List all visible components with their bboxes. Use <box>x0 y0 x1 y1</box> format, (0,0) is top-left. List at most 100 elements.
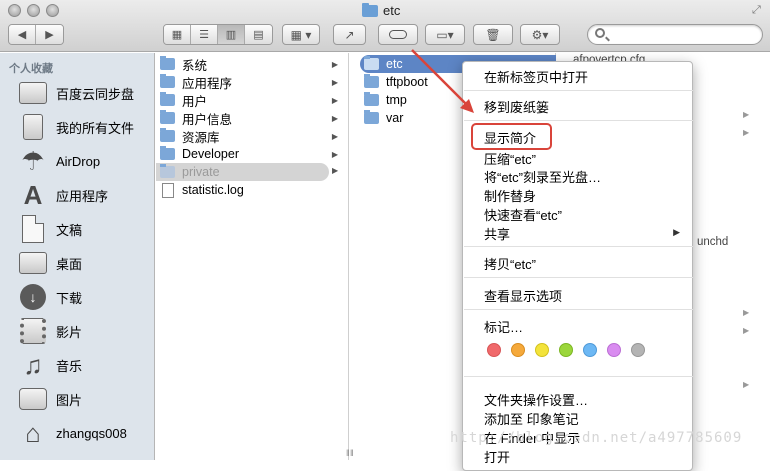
menu-item-tags[interactable]: 标记… <box>484 317 523 336</box>
tag-color-picker <box>487 343 645 357</box>
item-label: statistic.log <box>182 183 244 197</box>
cover-flow-view-icon[interactable]: ▤ <box>245 25 272 44</box>
tag-blue-dot[interactable] <box>583 343 597 357</box>
item-label: tftpboot <box>386 75 428 89</box>
share-button[interactable]: ↗ <box>333 24 366 45</box>
menu-item-add-evernote[interactable]: 添加至 印象笔记 <box>484 409 579 428</box>
sidebar-item-all-files[interactable]: 我的所有文件 <box>0 110 155 144</box>
list-item[interactable]: 资源库 ▶ <box>156 127 346 145</box>
menu-item-view-options[interactable]: 查看显示选项 <box>484 286 562 305</box>
sidebar-item-airdrop[interactable]: ☂ AirDrop <box>0 144 155 178</box>
folder-icon <box>19 82 47 104</box>
trash-button[interactable]: 🗑 <box>473 24 513 45</box>
sidebar-item-desktop[interactable]: 桌面 <box>0 246 155 280</box>
menu-item-compress[interactable]: 压缩“etc” <box>484 149 536 168</box>
folder-icon <box>160 128 175 142</box>
sidebar-item-label: 桌面 <box>56 256 83 272</box>
share-icon: ↗ <box>344 27 355 42</box>
disclosure-arrow-icon: ▶ <box>743 308 750 317</box>
chevron-right-icon[interactable]: ▶ <box>36 25 63 44</box>
list-item[interactable]: statistic.log <box>156 181 346 199</box>
view-mode-control: ▦ ☰ ▥ ▤ <box>163 24 273 45</box>
tag-yellow-dot[interactable] <box>535 343 549 357</box>
list-item[interactable]: 用户信息 ▶ <box>156 109 346 127</box>
menu-separator <box>464 120 693 121</box>
tag-button[interactable] <box>378 24 418 45</box>
item-label: var <box>386 111 404 125</box>
sidebar-item-label: 下载 <box>56 290 83 306</box>
sidebar-item-label: 影片 <box>56 324 83 340</box>
folder-icon <box>364 56 379 70</box>
disclosure-arrow-icon: ▶ <box>331 59 338 69</box>
minimize-button[interactable] <box>27 4 40 17</box>
menu-item-label: 共享 <box>484 227 511 242</box>
sidebar-heading: 个人收藏 <box>9 63 53 75</box>
sidebar-item-pictures[interactable]: 图片 <box>0 382 155 416</box>
list-item[interactable]: 系统 ▶ <box>156 55 346 73</box>
folder-icon <box>364 92 379 106</box>
zoom-button[interactable] <box>46 4 59 17</box>
list-view-icon[interactable]: ☰ <box>191 25 218 44</box>
downloads-icon: ↓ <box>20 284 46 310</box>
sidebar-item-movies[interactable]: 影片 <box>0 314 155 348</box>
item-label: 用户信息 <box>182 112 233 127</box>
menu-item-open[interactable]: 打开 <box>484 447 510 466</box>
menu-separator <box>464 376 693 377</box>
menu-item-copy[interactable]: 拷贝“etc” <box>484 254 536 273</box>
item-label: 应用程序 <box>182 76 233 91</box>
column-view-icon[interactable]: ▥ <box>218 25 245 44</box>
movies-icon <box>20 318 46 344</box>
list-item[interactable]: unchd <box>697 236 728 248</box>
tag-orange-dot[interactable] <box>511 343 525 357</box>
disclosure-arrow-icon: ▶ <box>331 95 338 105</box>
sidebar-item-documents[interactable]: 文稿 <box>0 212 155 246</box>
arrange-button[interactable]: ▦ ▾ <box>282 24 320 45</box>
sidebar-item-downloads[interactable]: ↓ 下载 <box>0 280 155 314</box>
menu-separator <box>464 246 693 247</box>
menu-item-make-alias[interactable]: 制作替身 <box>484 186 536 205</box>
menu-item-folder-actions[interactable]: 文件夹操作设置… <box>484 390 588 409</box>
applications-icon: A <box>23 180 43 210</box>
menu-item-open-new-tab[interactable]: 在新标签页中打开 <box>484 67 588 86</box>
menu-item-share[interactable]: 共享 <box>484 224 684 243</box>
window-title: etc <box>362 2 400 18</box>
sidebar-item-home[interactable]: ⌂ zhangqs008 <box>0 416 155 450</box>
fullscreen-icon[interactable]: ⤢ <box>752 4 764 16</box>
tag-red-dot[interactable] <box>487 343 501 357</box>
tag-gray-dot[interactable] <box>631 343 645 357</box>
menu-item-quick-look[interactable]: 快速查看“etc” <box>484 205 562 224</box>
search-field[interactable] <box>587 24 763 45</box>
sidebar-item-label: 百度云同步盘 <box>56 86 135 102</box>
all-files-icon <box>23 114 43 140</box>
sidebar-item-baidu[interactable]: 百度云同步盘 <box>0 76 155 110</box>
disclosure-arrow-icon: ▶ <box>331 77 338 87</box>
folder-icon <box>364 110 379 124</box>
folder-icon <box>160 74 175 88</box>
new-folder-button[interactable]: ▭▾ <box>425 24 465 45</box>
menu-item-move-to-trash[interactable]: 移到废纸篓 <box>484 97 549 116</box>
list-item[interactable]: 用户 ▶ <box>156 91 346 109</box>
desktop-icon <box>19 252 47 274</box>
sidebar-item-applications[interactable]: A 应用程序 <box>0 178 155 212</box>
icon-view-icon[interactable]: ▦ <box>164 25 191 44</box>
tag-purple-dot[interactable] <box>607 343 621 357</box>
action-button[interactable]: ⚙▾ <box>520 24 560 45</box>
list-item[interactable]: Developer ▶ <box>156 145 346 163</box>
folder-icon <box>160 56 175 70</box>
trash-icon: 🗑 <box>485 27 501 42</box>
menu-separator <box>464 277 693 278</box>
column-resize-handle[interactable]: ‖ <box>350 448 354 458</box>
menu-item-burn[interactable]: 将“etc”刻录至光盘… <box>484 167 601 186</box>
sidebar-item-music[interactable]: ♫ 音乐 <box>0 348 155 382</box>
sidebar-item-label: 文稿 <box>56 222 83 238</box>
folder-icon <box>160 110 175 124</box>
airdrop-icon: ☂ <box>21 146 45 176</box>
gear-icon: ⚙▾ <box>531 27 549 42</box>
list-item-selected[interactable]: private <box>156 163 329 181</box>
disclosure-arrow-icon: ▶ <box>331 131 338 141</box>
list-item[interactable]: 应用程序 ▶ <box>156 73 346 91</box>
chevron-left-icon[interactable]: ◀ <box>9 25 36 44</box>
tag-green-dot[interactable] <box>559 343 573 357</box>
search-icon <box>595 28 605 38</box>
close-button[interactable] <box>8 4 21 17</box>
